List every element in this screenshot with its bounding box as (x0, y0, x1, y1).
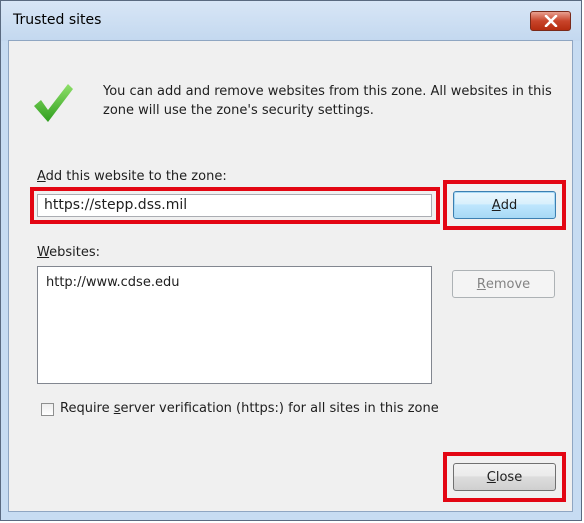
websites-list[interactable]: http://www.cdse.edu (37, 266, 432, 384)
close-icon (544, 15, 557, 27)
require-verification-label[interactable]: Require server verification (https:) for… (60, 401, 439, 416)
checkmark-icon (34, 84, 73, 122)
close-window-button[interactable] (530, 11, 571, 31)
require-verification-checkbox[interactable] (41, 403, 54, 416)
zone-info-text: You can add and remove websites from thi… (103, 84, 552, 118)
add-website-label: Add this website to the zone: (37, 169, 227, 184)
title-bar[interactable]: Trusted sites (1, 1, 581, 41)
list-item[interactable]: http://www.cdse.edu (46, 275, 423, 290)
dialog-title: Trusted sites (13, 12, 102, 28)
remove-button[interactable]: Remove (452, 270, 555, 298)
websites-label: Websites: (37, 245, 100, 260)
url-input-highlight (30, 187, 440, 224)
add-button-highlight (443, 180, 566, 230)
close-button-highlight (443, 452, 566, 502)
